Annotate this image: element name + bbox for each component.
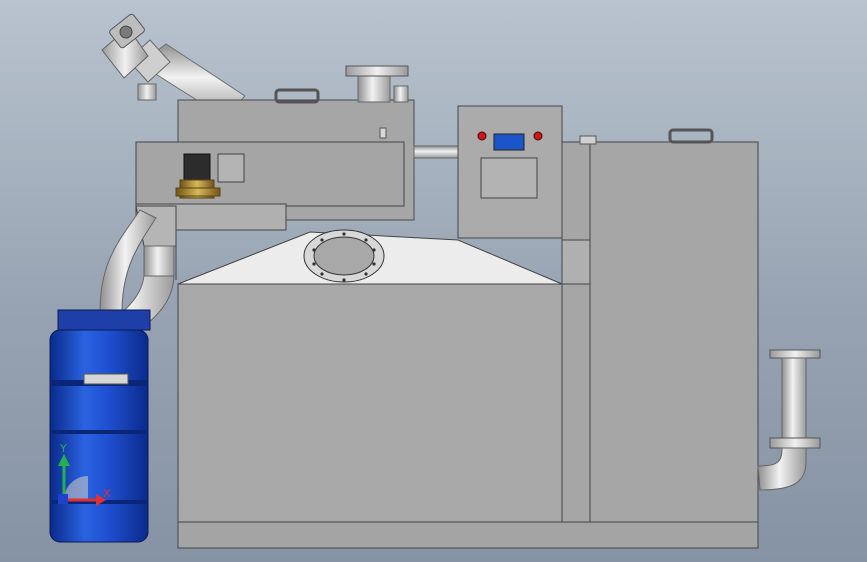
vent-pipe-top: [345, 65, 409, 103]
inspection-hatch: [303, 229, 385, 283]
y-axis-label: Y: [59, 442, 67, 455]
outlet-pipe-right: [757, 349, 821, 491]
panel-door: [480, 157, 538, 199]
connecting-pipe: [413, 145, 459, 159]
equipment-cad-view: Y X: [49, 13, 821, 549]
indicator-light-icon: [477, 131, 487, 141]
indicator-light-icon: [533, 131, 543, 141]
right-tank: [561, 128, 759, 523]
z-axis-marker: [58, 494, 68, 504]
collection-barrel: [49, 309, 151, 543]
control-panel: [457, 105, 563, 239]
panel-display: [493, 133, 525, 151]
x-axis-label: X: [103, 487, 111, 500]
